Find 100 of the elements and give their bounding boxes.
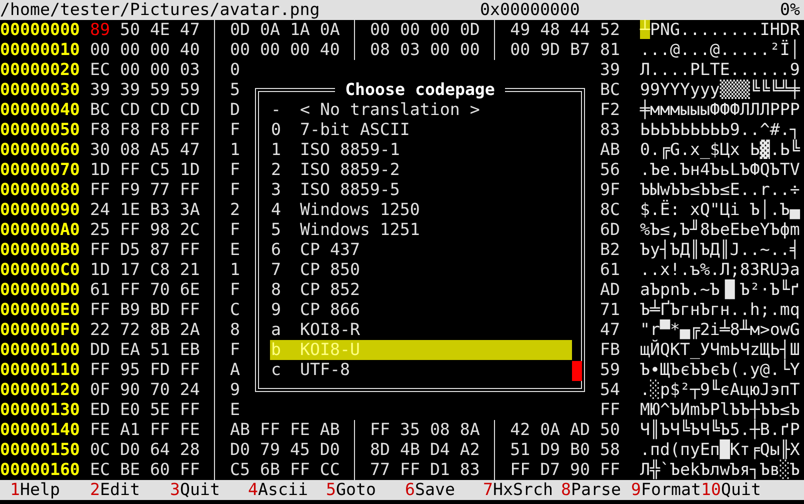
hex-bytes: 6D — [600, 220, 620, 240]
hex-bytes: 47 — [600, 320, 620, 340]
function-key[interactable]: 2Edit — [80, 480, 140, 500]
percent-position: 0% — [780, 0, 800, 20]
function-key[interactable]: 4Ascii — [238, 480, 308, 500]
hex-bytes: F — [230, 160, 240, 180]
hex-bytes: 0D 0A 1A 0A — [230, 20, 340, 40]
hex-bytes: 24 1E B3 3A — [90, 200, 200, 220]
hex-bytes: FB — [600, 340, 620, 360]
offset-address: 00000160 — [0, 460, 80, 480]
codepage-option[interactable]: 8 CP 852 — [270, 280, 572, 300]
ascii-text: ...@...@.....²Ї│ — [640, 40, 800, 60]
hex-bytes: 9 — [230, 380, 240, 400]
offset-address: 00000110 — [0, 360, 80, 380]
ascii-text: щЙQKT_УЧmЬЧzЩЬ┤Ш — [640, 340, 800, 360]
offset-address: 00000120 — [0, 380, 80, 400]
hex-bytes: 8D 4B D4 A2 — [370, 440, 480, 460]
hex-bytes: EC BE 60 FF — [90, 460, 200, 480]
codepage-option[interactable]: c UTF-8 — [270, 360, 572, 380]
ascii-text: %Ъ≤,Ъ╜8ЬеЕЬеYЪфm — [640, 220, 800, 240]
offset-position: 0x00000000 — [480, 0, 580, 19]
offset-address: 000000A0 — [0, 220, 80, 240]
codepage-option[interactable]: 4 Windows 1250 — [270, 200, 572, 220]
hex-bytes: 22 72 8B 2A — [90, 320, 200, 340]
hex-bytes: 25 FF 98 2C — [90, 220, 200, 240]
offset-address: 000000F0 — [0, 320, 80, 340]
hex-bytes: EC 00 00 03 — [90, 60, 200, 80]
codepage-option[interactable]: 7 CP 850 — [270, 260, 572, 280]
hex-bytes: 1D 17 C8 21 — [90, 260, 200, 280]
hex-bytes: AB — [600, 140, 620, 160]
hex-bytes: 2 — [230, 200, 240, 220]
ascii-text: aЪpnЪ.~Ъ▐▌Ъ²·Ъ╙ґ — [640, 280, 800, 300]
ascii-text: ╪мммыыыФФФЛЛЛРРР — [640, 100, 800, 120]
codepage-option[interactable]: 6 CP 437 — [270, 240, 572, 260]
hex-bytes: 61 FF 70 6E — [90, 280, 200, 300]
hex-bytes: 0 — [230, 60, 240, 80]
file-path: /home/tester/Pictures/avatar.png — [0, 0, 320, 19]
hex-bytes: 59 — [600, 360, 620, 380]
hex-bytes: 1D FF C5 1D — [90, 160, 200, 180]
hex-bytes: F — [230, 220, 240, 240]
ascii-text: $.Ё: xQ"Цi Ъ│.Ъ▄ — [640, 200, 800, 220]
hex-bytes: FF F9 77 FF — [90, 180, 200, 200]
function-key[interactable]: 8Parse — [551, 480, 621, 500]
hex-bytes: FF 35 08 8A — [370, 420, 480, 440]
hex-bytes: 51 D9 B0 58 — [510, 440, 620, 460]
offset-address: 00000150 — [0, 440, 80, 460]
hex-bytes: 00 00 00 40 — [90, 40, 200, 60]
hex-bytes: F — [230, 180, 240, 200]
function-key[interactable]: 1Help — [0, 480, 60, 500]
offset-address: 00000140 — [0, 420, 80, 440]
offset-address: 00000010 — [0, 40, 80, 60]
hex-bytes: 71 — [600, 300, 620, 320]
offset-address: 00000070 — [0, 160, 80, 180]
ascii-text: "r▀*▄╔2i╧8╨м>owG — [640, 320, 800, 340]
hex-bytes: 00 9D B7 81 — [510, 40, 620, 60]
codepage-option[interactable]: 5 Windows 1251 — [270, 220, 572, 240]
ascii-text: Л╬`ЪеkЪлwЪя┐Ъв░Ъ — [640, 460, 800, 480]
hex-bytes: FF 95 FD FF — [90, 360, 200, 380]
function-key[interactable]: 7HxSrch — [473, 480, 553, 500]
function-key[interactable]: 3Quit — [160, 480, 220, 500]
offset-address: 00000000 — [0, 20, 80, 40]
hex-bytes: 30 08 A5 47 — [90, 140, 200, 160]
hex-bytes: F2 — [600, 100, 620, 120]
hex-bytes: D — [230, 100, 240, 120]
hex-bytes: A — [230, 360, 240, 380]
hex-bytes: FF B9 BD FF — [90, 300, 200, 320]
codepage-option[interactable]: 9 CP 866 — [270, 300, 572, 320]
ascii-text: Ъу┤ЪД║ЪД║J..~..╡ — [640, 240, 800, 260]
codepage-option[interactable]: - < No translation > — [270, 100, 572, 120]
offset-address: 00000030 — [0, 80, 80, 100]
codepage-option[interactable]: 3 ISO 8859-5 — [270, 180, 572, 200]
hex-bytes: F8 F8 F8 FF — [90, 120, 200, 140]
hex-bytes: 00 00 00 0D — [370, 20, 480, 40]
function-key[interactable]: 6Save — [395, 480, 455, 500]
hex-bytes: AD — [600, 280, 620, 300]
function-key[interactable]: 10Quit — [701, 480, 761, 500]
ascii-text: ┴PNG........IHDR — [640, 20, 800, 40]
hex-bytes: 61 — [600, 260, 620, 280]
hex-bytes: 00 00 00 40 — [230, 40, 340, 60]
codepage-option[interactable]: a KOI8-R — [270, 320, 572, 340]
hex-bytes: DD EA 51 EB — [90, 340, 200, 360]
offset-address: 000000B0 — [0, 240, 80, 260]
offset-address: 000000C0 — [0, 260, 80, 280]
codepage-option[interactable]: 1 ISO 8859-1 — [270, 140, 572, 160]
ascii-text: .░p$²┬9╙єАцюJэпT — [640, 380, 800, 400]
codepage-option[interactable]: 2 ISO 8859-2 — [270, 160, 572, 180]
codepage-option[interactable]: 0 7-bit ASCII — [270, 120, 572, 140]
function-key[interactable]: 5Goto — [316, 480, 376, 500]
hex-bytes: 9F — [600, 180, 620, 200]
offset-address: 00000040 — [0, 100, 80, 120]
offset-address: 00000020 — [0, 60, 80, 80]
offset-address: 00000080 — [0, 180, 80, 200]
hex-bytes: 83 — [600, 120, 620, 140]
hex-bytes: 89 50 4E 47 — [90, 20, 200, 40]
function-key[interactable]: 9Format — [621, 480, 701, 500]
ascii-text: Ъ∙ЩЪєЪЪєЪ(.y@.└Y — [640, 360, 800, 380]
hex-bytes: E — [230, 400, 240, 420]
offset-address: 00000130 — [0, 400, 80, 420]
hex-bytes: 39 39 59 59 — [90, 80, 200, 100]
offset-address: 00000090 — [0, 200, 80, 220]
